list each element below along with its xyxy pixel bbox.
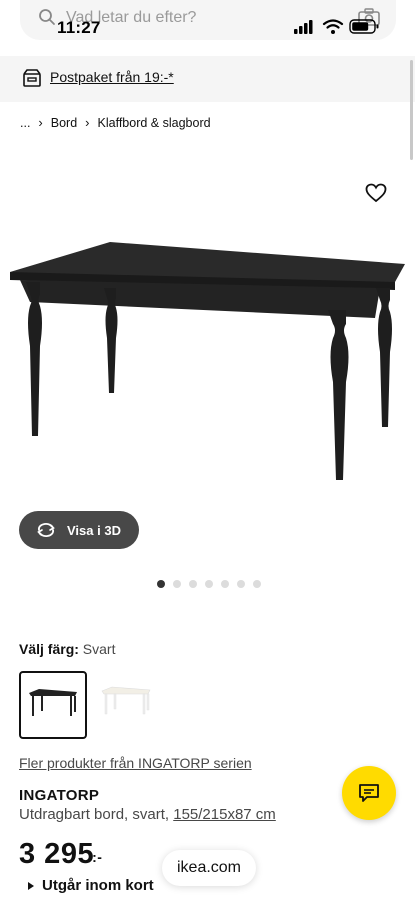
table-top [10, 242, 405, 318]
promo-banner[interactable]: Postpaket från 19:-* [0, 56, 415, 102]
product-description-text: Utdragbart bord, svart, [19, 806, 174, 823]
table-legs [26, 282, 392, 480]
carousel-dot[interactable] [253, 580, 261, 588]
black-table-thumbnail [29, 689, 77, 716]
status-icons [294, 19, 379, 34]
price-suffix: :- [92, 849, 103, 865]
product-description: Utdragbart bord, svart, 155/215x87 cm [19, 806, 276, 823]
stock-status[interactable]: Utgår inom kort [28, 877, 154, 894]
chevron-right-icon: › [38, 115, 43, 130]
carousel-dot[interactable] [157, 580, 165, 588]
breadcrumb-ellipsis[interactable]: ... [20, 116, 30, 130]
signal-icon [294, 20, 313, 34]
color-value: Svart [82, 641, 116, 657]
color-swatch-white[interactable] [94, 671, 162, 739]
series-link[interactable]: Fler produkter från INGATORP serien [19, 755, 252, 771]
scrollbar[interactable] [410, 60, 413, 160]
battery-icon [349, 19, 379, 34]
wifi-icon [322, 19, 344, 34]
color-label: Välj färg: [19, 641, 79, 657]
view-3d-button[interactable]: Visa i 3D [19, 511, 139, 549]
carousel-dot[interactable] [205, 580, 213, 588]
stock-text: Utgår inom kort [42, 877, 154, 894]
search-icon [39, 9, 55, 25]
triangle-right-icon [28, 881, 34, 890]
product-name: INGATORP [19, 787, 100, 804]
carousel-indicators[interactable] [157, 580, 261, 588]
color-selector-label: Välj färg: Svart [19, 641, 115, 657]
package-icon [23, 69, 41, 87]
color-swatch-black[interactable] [19, 671, 87, 739]
carousel-dot[interactable] [173, 580, 181, 588]
carousel-dot[interactable] [189, 580, 197, 588]
heart-icon[interactable] [364, 181, 388, 205]
product-image[interactable] [0, 230, 415, 490]
view-3d-label: Visa i 3D [67, 522, 121, 538]
breadcrumb-item-bord[interactable]: Bord [51, 116, 77, 130]
carousel-dot[interactable] [221, 580, 229, 588]
carousel-dot[interactable] [237, 580, 245, 588]
status-time: 11:27 [57, 18, 101, 37]
promo-link[interactable]: Postpaket från 19:-* [50, 69, 174, 85]
rotate-3d-icon [37, 523, 55, 537]
chat-button[interactable] [342, 766, 396, 820]
white-table-thumbnail [101, 686, 151, 715]
price-value: 3 295 [19, 838, 95, 870]
chevron-right-icon: › [85, 115, 90, 130]
chat-icon [359, 784, 379, 802]
product-dimensions-link[interactable]: 155/215x87 cm [173, 806, 276, 823]
browser-url-bar[interactable]: ikea.com [162, 850, 256, 886]
breadcrumb-item-klaffbord[interactable]: Klaffbord & slagbord [98, 116, 211, 130]
product-price: 3 295:- [19, 838, 102, 871]
breadcrumb: ... › Bord › Klaffbord & slagbord [20, 115, 211, 130]
